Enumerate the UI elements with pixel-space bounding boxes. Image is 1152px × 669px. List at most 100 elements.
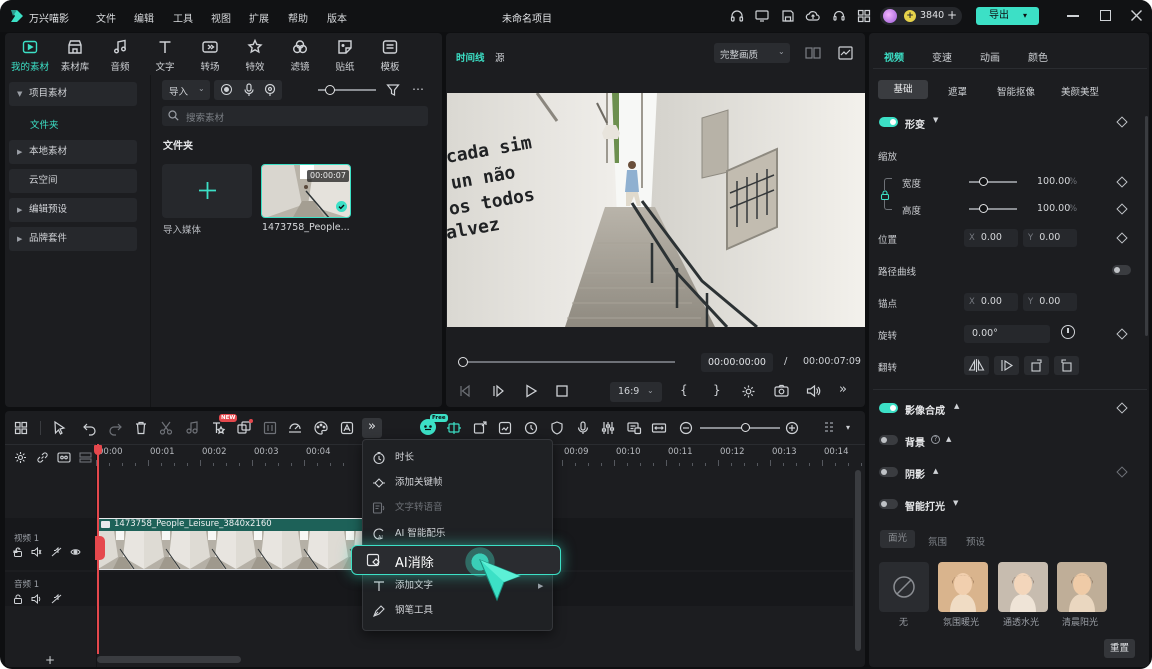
zoom-in-icon[interactable] (784, 420, 800, 436)
tab-stickers[interactable]: 贴纸 (325, 38, 365, 73)
width-value[interactable]: 100.00 (1037, 176, 1070, 187)
preset-clear-card[interactable] (998, 562, 1048, 612)
light-tab-face[interactable]: 面光 (880, 530, 915, 548)
quality-dropdown[interactable]: 完整画质 ⌄ (714, 43, 790, 63)
path-curve-toggle[interactable] (1112, 265, 1131, 275)
inspector-tab-video[interactable]: 视频 (884, 49, 904, 64)
zoom-out-icon[interactable] (678, 420, 694, 436)
preset-warm-card[interactable] (938, 562, 988, 612)
inspector-tab-color[interactable]: 颜色 (1028, 49, 1048, 64)
sidebar-item-cloud[interactable]: 云空间 (9, 169, 137, 193)
compare-view-icon[interactable] (805, 46, 821, 60)
timeline-zoom-slider[interactable] (700, 427, 780, 429)
track-settings-icon[interactable] (14, 451, 27, 464)
media-clip-thumbnail[interactable]: 00:00:07 (261, 164, 351, 218)
search-input[interactable]: 搜索素材 (162, 106, 428, 126)
subtab-mask[interactable]: 遮罩 (948, 84, 967, 98)
inspector-scrollbar[interactable] (1145, 116, 1148, 336)
import-media-tile[interactable] (162, 164, 252, 218)
menu-item-ai-music[interactable]: AI AI 智能配乐 (372, 522, 548, 546)
tab-stock-library[interactable]: 素材库 (55, 38, 95, 73)
subtab-smart-cutout[interactable]: 智能抠像 (997, 84, 1035, 98)
width-slider-knob[interactable] (979, 177, 988, 186)
menu-extensions[interactable]: 扩展 (249, 10, 269, 25)
menu-item-add-keyframe[interactable]: 添加关键帧 (372, 471, 548, 495)
shield-icon[interactable] (549, 420, 565, 436)
fit-timeline-icon[interactable] (651, 420, 667, 436)
sidebar-item-project-media[interactable]: ▼ 项目素材 (9, 82, 137, 106)
color-palette-icon[interactable] (313, 420, 329, 436)
menu-help[interactable]: 帮助 (288, 10, 308, 25)
timeline-vertical-scrollbar[interactable] (855, 470, 861, 651)
stop-icon[interactable] (556, 385, 568, 397)
monitor-icon[interactable] (754, 8, 770, 24)
beat-sync-icon[interactable] (523, 420, 539, 436)
inspector-tab-speed[interactable]: 变速 (932, 49, 952, 64)
rotate-clockwise-button[interactable] (1024, 356, 1049, 375)
lock-icon[interactable] (880, 190, 890, 200)
height-slider[interactable] (969, 208, 1017, 210)
tab-my-media[interactable]: 我的素材 (10, 38, 50, 73)
caret-down-icon[interactable]: ▼ (953, 499, 958, 507)
microphone-icon[interactable] (243, 83, 255, 97)
freeze-frame-icon[interactable] (262, 420, 278, 436)
tab-transitions[interactable]: 转场 (190, 38, 230, 73)
step-forward-icon[interactable] (491, 384, 505, 398)
video-track-mute-clip-icon[interactable] (51, 547, 62, 557)
layout-grid-icon[interactable] (13, 420, 29, 436)
preset-morning-card[interactable] (1057, 562, 1107, 612)
caret-down-icon[interactable]: ▼ (933, 116, 938, 124)
subtab-basic[interactable]: 基础 (878, 80, 928, 99)
more-options-icon[interactable]: ⋯ (412, 82, 425, 96)
tab-filters[interactable]: 滤镜 (280, 38, 320, 73)
more-tools-button[interactable]: » (362, 418, 382, 438)
reset-button[interactable]: 重置 (1104, 639, 1135, 658)
playhead-handle[interactable] (94, 445, 102, 455)
snapshot-icon[interactable] (774, 384, 789, 398)
rotate-counterclockwise-button[interactable] (1054, 356, 1079, 375)
audio-detach-icon[interactable] (184, 420, 200, 436)
undo-icon[interactable] (82, 420, 98, 436)
background-toggle[interactable] (879, 435, 898, 445)
mark-in-icon[interactable]: { (680, 383, 688, 397)
support-icon[interactable] (831, 8, 847, 24)
tab-effects[interactable]: 特效 (235, 38, 275, 73)
save-icon[interactable] (780, 8, 796, 24)
tab-templates[interactable]: 模板 (370, 38, 410, 73)
subtitle-icon[interactable] (626, 420, 642, 436)
import-dropdown[interactable]: 导入 ⌄ (162, 80, 210, 100)
export-button[interactable]: 导出 ▾ (976, 7, 1039, 25)
width-slider[interactable] (969, 181, 1017, 183)
ai-text-icon[interactable] (210, 420, 226, 436)
headset-icon[interactable] (729, 8, 745, 24)
rotate-dial-icon[interactable] (1061, 325, 1075, 339)
caret-up-icon[interactable]: ▲ (946, 435, 951, 443)
grid-apps-icon[interactable] (856, 8, 872, 24)
more-controls-icon[interactable]: » (839, 382, 847, 397)
delete-icon[interactable] (133, 420, 149, 436)
insert-icon[interactable] (472, 420, 488, 436)
scrubber-knob[interactable] (458, 357, 468, 367)
aspect-ratio-dropdown[interactable]: 16:9 ⌄ (610, 382, 662, 402)
tab-text[interactable]: 文字 (145, 38, 185, 73)
track-manager-icon[interactable] (57, 451, 71, 464)
sidebar-item-folder[interactable]: 文件夹 (30, 117, 59, 131)
link-clips-icon[interactable] (36, 451, 49, 464)
maximize-icon[interactable] (1100, 10, 1111, 21)
voice-record-icon[interactable] (575, 420, 591, 436)
video-track-mute-icon[interactable] (31, 547, 42, 557)
height-value[interactable]: 100.00 (1037, 203, 1070, 214)
caret-up-icon[interactable]: ▲ (933, 467, 938, 475)
anchor-y-field[interactable]: Y 0.00 (1023, 293, 1077, 311)
sticker-add-icon[interactable] (497, 420, 513, 436)
select-tool-icon[interactable] (52, 420, 68, 436)
add-track-icon[interactable]: + (45, 653, 55, 667)
prev-frame-icon[interactable] (458, 384, 472, 398)
audio-track-mute-icon[interactable] (31, 594, 42, 604)
playhead[interactable] (97, 444, 99, 654)
video-clip[interactable]: 1473758_People_Leisure_3840x2160 (97, 518, 375, 570)
position-x-field[interactable]: X 0.00 (964, 229, 1018, 247)
thumbnail-size-knob[interactable] (325, 85, 335, 95)
menu-edit[interactable]: 编辑 (134, 10, 154, 25)
close-icon[interactable] (1130, 9, 1143, 22)
